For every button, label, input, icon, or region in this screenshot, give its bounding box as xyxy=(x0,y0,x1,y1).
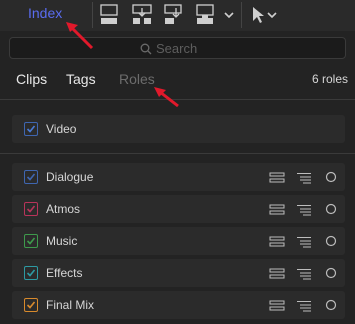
role-row[interactable]: Atmos xyxy=(12,195,345,223)
overwrite-clip-button[interactable] xyxy=(194,3,220,27)
role-row[interactable]: Dialogue xyxy=(12,163,345,191)
lanes-icon[interactable] xyxy=(269,300,285,312)
role-checkbox[interactable] xyxy=(24,234,38,248)
chevron-down-icon xyxy=(224,12,234,19)
tab-clips[interactable]: Clips xyxy=(16,71,47,87)
append-clip-button[interactable] xyxy=(162,3,188,27)
section-divider xyxy=(0,153,355,154)
role-row[interactable]: Final Mix xyxy=(12,291,345,319)
search-box[interactable] xyxy=(9,37,346,59)
role-row-video[interactable]: Video xyxy=(12,115,345,143)
checkmark-icon xyxy=(26,173,36,181)
toolbar-divider xyxy=(241,2,242,28)
select-tool-icon xyxy=(253,7,277,23)
tab-roles[interactable]: Roles xyxy=(119,71,155,87)
role-label: Music xyxy=(46,234,78,248)
tab-tags[interactable]: Tags xyxy=(66,71,96,87)
role-label: Effects xyxy=(46,266,83,280)
focus-circle-icon[interactable] xyxy=(325,203,337,215)
search-row xyxy=(0,33,355,63)
role-label: Dialogue xyxy=(46,170,94,184)
focus-circle-icon[interactable] xyxy=(325,171,337,183)
top-toolbar: Index xyxy=(0,0,355,31)
subroles-icon[interactable] xyxy=(296,236,312,248)
append-clip-icon xyxy=(164,4,182,24)
index-tab[interactable]: Index xyxy=(28,5,62,21)
checkmark-icon xyxy=(26,237,36,245)
checkmark-icon xyxy=(26,205,36,213)
checkmark-icon xyxy=(26,269,36,277)
search-input[interactable] xyxy=(156,40,306,56)
toolbar-divider xyxy=(92,2,93,28)
lanes-icon[interactable] xyxy=(269,236,285,248)
lanes-icon[interactable] xyxy=(269,172,285,184)
role-checkbox[interactable] xyxy=(24,266,38,280)
section-divider xyxy=(0,99,355,100)
role-label: Final Mix xyxy=(46,298,95,312)
insert-clip-icon xyxy=(132,4,152,24)
role-label: Video xyxy=(46,122,77,136)
role-checkbox[interactable] xyxy=(24,170,38,184)
lanes-icon[interactable] xyxy=(269,204,285,216)
role-checkbox[interactable] xyxy=(24,202,38,216)
focus-circle-icon[interactable] xyxy=(325,299,337,311)
connect-clip-button[interactable] xyxy=(98,3,124,27)
role-checkbox[interactable] xyxy=(24,298,38,312)
subroles-icon[interactable] xyxy=(296,204,312,216)
subroles-icon[interactable] xyxy=(296,172,312,184)
role-row[interactable]: Music xyxy=(12,227,345,255)
search-icon xyxy=(140,43,152,55)
insert-clip-button[interactable] xyxy=(130,3,156,27)
role-label: Atmos xyxy=(46,202,81,216)
subroles-icon[interactable] xyxy=(296,268,312,280)
focus-circle-icon[interactable] xyxy=(325,235,337,247)
connect-clip-icon xyxy=(100,4,118,24)
edit-options-dropdown[interactable] xyxy=(222,3,236,27)
annotation-arrow-icon xyxy=(154,87,179,108)
checkmark-icon xyxy=(26,301,36,309)
role-checkbox[interactable] xyxy=(24,122,38,136)
focus-circle-icon[interactable] xyxy=(325,267,337,279)
checkmark-icon xyxy=(26,125,36,133)
roles-count: 6 roles xyxy=(311,72,348,86)
overwrite-clip-icon xyxy=(196,4,214,24)
subroles-icon[interactable] xyxy=(296,300,312,312)
select-tool-button[interactable] xyxy=(248,3,278,27)
role-row[interactable]: Effects xyxy=(12,259,345,287)
lanes-icon[interactable] xyxy=(269,268,285,280)
